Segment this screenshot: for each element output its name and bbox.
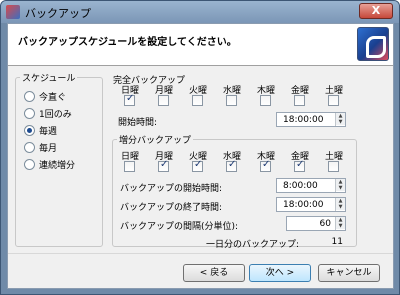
inc-start-time-label: バックアップの開始時間: xyxy=(120,184,223,194)
full-day-checkbox[interactable] xyxy=(294,95,305,106)
schedule-option-0[interactable]: 今直ぐ xyxy=(24,90,66,103)
radio-button[interactable] xyxy=(24,91,35,102)
radio-button[interactable] xyxy=(24,125,35,136)
back-button[interactable]: < 戻る xyxy=(183,264,245,282)
inc-day-checkbox[interactable] xyxy=(294,159,305,172)
dialog-client-area: バックアップスケジュールを設定してください。 スケジュール 今直ぐ 1回のみ毎週毎… xyxy=(7,23,394,289)
schedule-option-4[interactable]: 連続増分 xyxy=(24,158,75,171)
schedule-option-label: 毎週 xyxy=(39,127,58,137)
backup-app-icon xyxy=(6,5,20,19)
spin-down-icon[interactable]: ▼ xyxy=(336,204,345,210)
full-start-time-field[interactable]: 18:00:00 ▲ ▼ xyxy=(276,112,346,127)
spin-down-icon[interactable]: ▼ xyxy=(336,223,345,229)
full-day-checkbox[interactable] xyxy=(158,95,169,106)
cancel-button[interactable]: キャンセル xyxy=(318,264,380,282)
schedule-option-label: 今直ぐ xyxy=(39,93,67,103)
full-day-checkbox[interactable] xyxy=(124,93,135,106)
inc-start-time-value: 8:00:00 xyxy=(283,181,318,191)
incremental-group-title: 増分バックアップ xyxy=(117,133,194,146)
schedule-group: スケジュール 今直ぐ 1回のみ毎週毎月連続増分 xyxy=(15,71,103,247)
inc-end-time-label: バックアップの終了時間: xyxy=(120,203,223,213)
schedule-group-title: スケジュール xyxy=(20,71,78,84)
close-button[interactable]: X xyxy=(359,3,393,19)
per-day-value: 11 xyxy=(331,237,343,247)
inc-interval-label: バックアップの間隔(分単位): xyxy=(120,222,239,232)
radio-button[interactable] xyxy=(24,159,35,170)
schedule-option-2[interactable]: 毎週 xyxy=(24,124,57,137)
full-day-checkbox[interactable] xyxy=(260,95,271,106)
next-button[interactable]: 次へ > xyxy=(249,264,311,282)
full-day-checkbox[interactable] xyxy=(192,95,203,106)
inc-start-time-field[interactable]: 8:00:00 ▲ ▼ xyxy=(276,178,346,193)
schedule-option-3[interactable]: 毎月 xyxy=(24,141,57,154)
inc-interval-spinner[interactable]: ▲ ▼ xyxy=(335,217,345,230)
inc-day-checkbox[interactable] xyxy=(328,161,339,172)
wizard-header: バックアップスケジュールを設定してください。 xyxy=(8,24,393,66)
spin-down-icon[interactable]: ▼ xyxy=(336,185,345,191)
inc-start-time-spinner[interactable]: ▲ ▼ xyxy=(335,179,345,192)
inc-day-checkbox[interactable] xyxy=(158,159,169,172)
full-day-checkbox[interactable] xyxy=(226,95,237,106)
inc-day-checkbox[interactable] xyxy=(260,159,271,172)
schedule-option-label: 毎月 xyxy=(39,144,58,154)
full-start-time-value: 18:00:00 xyxy=(283,115,324,125)
full-day-checkbox[interactable] xyxy=(328,95,339,106)
spin-down-icon[interactable]: ▼ xyxy=(336,119,345,125)
schedule-option-1[interactable]: 1回のみ xyxy=(24,107,72,120)
full-start-time-label: 開始時間: xyxy=(118,118,158,128)
inc-day-checkbox[interactable] xyxy=(192,159,203,172)
inc-end-time-field[interactable]: 18:00:00 ▲ ▼ xyxy=(276,197,346,212)
backup-logo-icon xyxy=(357,27,389,61)
inc-interval-value: 60 xyxy=(319,219,331,229)
radio-button[interactable] xyxy=(24,142,35,153)
title-bar[interactable]: バックアップ X xyxy=(1,1,399,23)
per-day-label: 一日分のバックアップ: xyxy=(206,240,300,250)
inc-day-checkbox[interactable] xyxy=(124,161,135,172)
schedule-option-label: 1回のみ xyxy=(39,110,72,120)
radio-button[interactable] xyxy=(24,108,35,119)
inc-day-checkbox[interactable] xyxy=(226,159,237,172)
inc-interval-field[interactable]: 60 ▲ ▼ xyxy=(286,216,346,231)
header-instruction: バックアップスケジュールを設定してください。 xyxy=(18,37,237,48)
inc-end-time-spinner[interactable]: ▲ ▼ xyxy=(335,198,345,211)
window-title: バックアップ xyxy=(25,7,91,20)
schedule-option-label: 連続増分 xyxy=(39,161,76,171)
full-start-time-spinner[interactable]: ▲ ▼ xyxy=(335,113,345,126)
backup-dialog-window: バックアップ X バックアップスケジュールを設定してください。 スケジュール 今… xyxy=(0,0,400,295)
inc-end-time-value: 18:00:00 xyxy=(283,200,324,210)
wizard-footer: < 戻る 次へ > キャンセル xyxy=(8,253,393,289)
